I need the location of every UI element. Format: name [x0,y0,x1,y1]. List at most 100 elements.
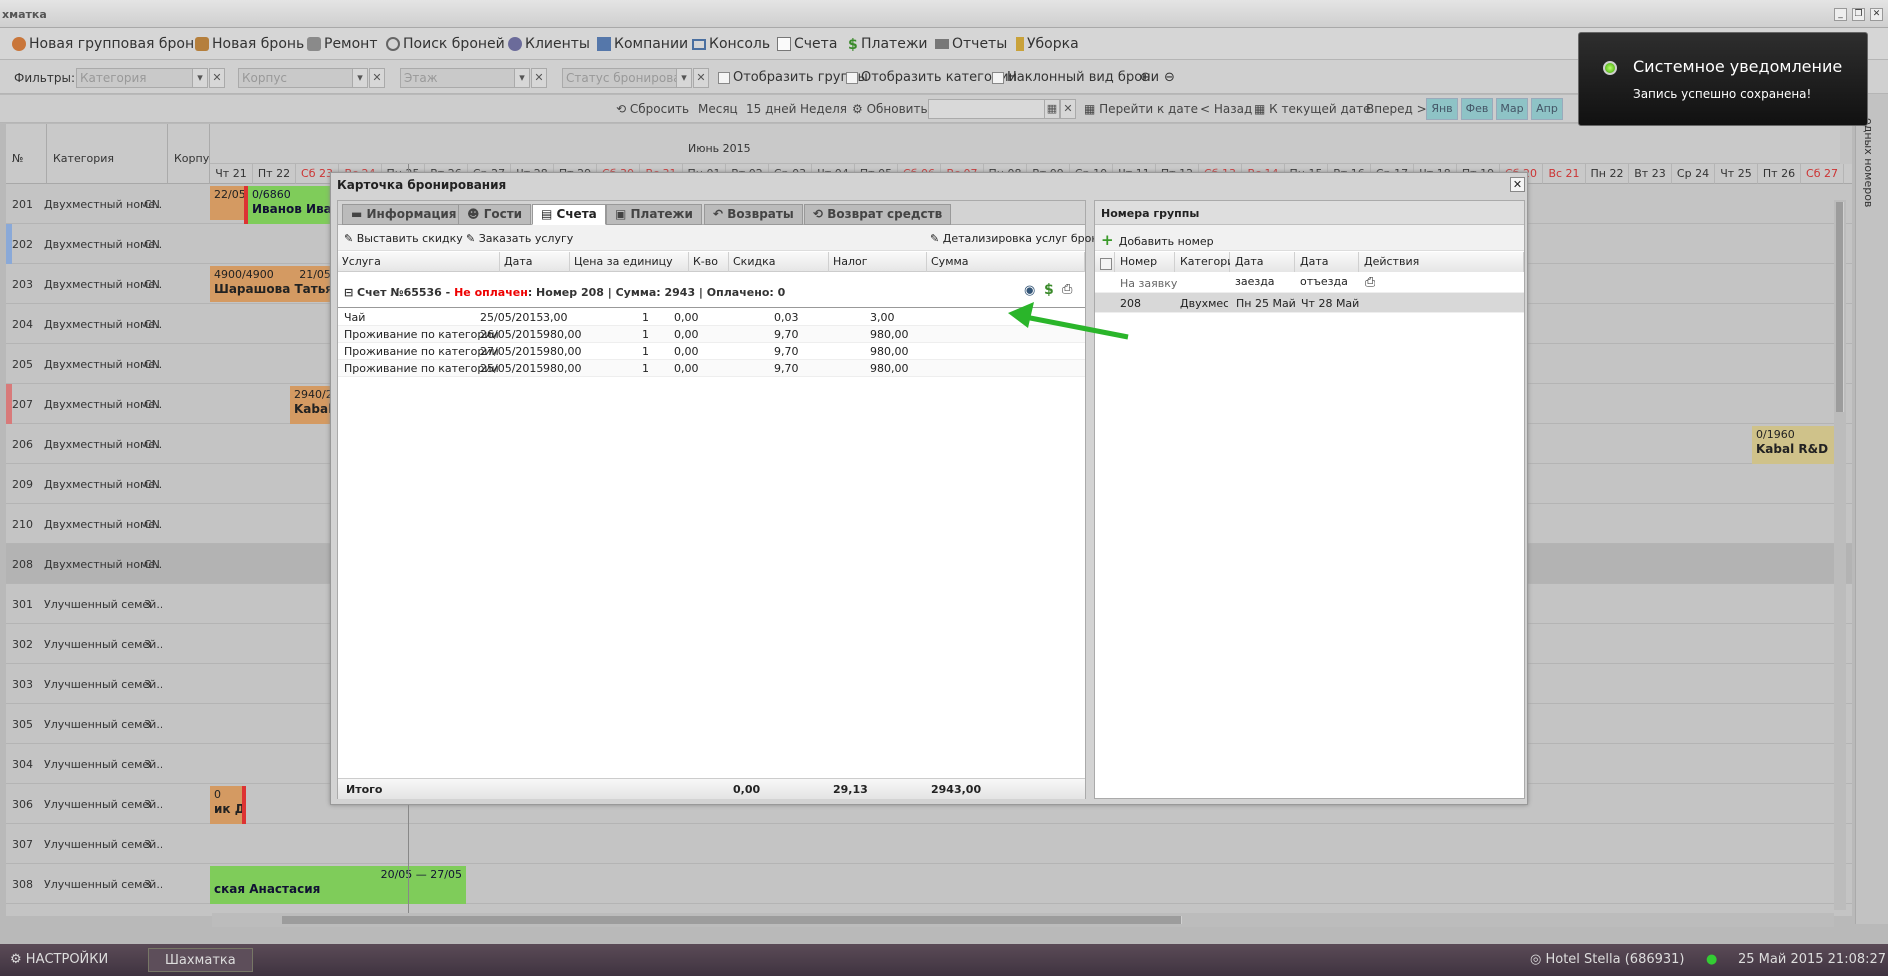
month-view-button[interactable]: Месяц [698,102,738,116]
month-apr-button[interactable]: Апр [1531,98,1563,120]
col-qty[interactable]: К-во [689,252,729,272]
menu-companies[interactable]: Компании [597,36,688,52]
room-no: 307 [12,838,33,851]
floor-dropdown-button[interactable]: ▾ [514,68,530,88]
menu-invoices[interactable]: Счета [777,36,837,52]
invoice-item-row[interactable]: Чай 25/05/2015 3,00 1 0,00 0,03 3,00 [338,309,1085,326]
status-dropdown-button[interactable]: ▾ [676,68,692,88]
collapse-icon[interactable]: ⊟ [344,286,357,299]
online-status-icon: ● [1706,952,1718,967]
tab-info[interactable]: ▬ Информация [342,204,466,225]
room-row[interactable]: 307 Улучшенный семей... 3 [6,824,1852,864]
item-tax: 9,70 [774,345,799,358]
month-jan-button[interactable]: Янв [1426,98,1458,120]
col-check-in[interactable]: Дата заезда [1230,252,1295,288]
building-dropdown-button[interactable]: ▾ [352,68,368,88]
menu-cleaning[interactable]: Уборка [1016,36,1079,52]
booking-block[interactable]: 20/05 — 27/05 ская Анастасия [210,866,466,904]
zoom-in-icon[interactable]: ⊕ [1140,70,1151,85]
today-button[interactable]: ▦ К текущей дате [1254,102,1371,116]
menu-reports[interactable]: Отчеты [935,36,1007,52]
restore-button[interactable]: ❐ [1852,8,1865,21]
invoice-icon [777,37,791,51]
tab-payments[interactable]: ▣ Платежи [606,204,702,225]
col-room-number[interactable]: Номер [1115,252,1175,272]
col-check-out[interactable]: Дата отъезда [1295,252,1359,288]
col-actions[interactable]: Действия [1359,252,1524,272]
col-sum[interactable]: Сумма [927,252,1085,272]
booking-block[interactable]: 4900/4900 21/05 -Шарашова Татьяна [210,266,334,302]
building-clear-button[interactable]: ✕ [369,68,385,88]
category-dropdown-button[interactable]: ▾ [192,68,208,88]
select-all-checkbox[interactable] [1095,252,1115,272]
vertical-scrollbar[interactable] [1834,200,1846,910]
week-view-button[interactable]: Неделя [800,102,847,116]
money-icon: ▣ [615,207,631,221]
15-days-view-button[interactable]: 15 дней [746,102,796,116]
tilted-view-checkbox[interactable]: Наклонный вид брони [992,70,1159,85]
goto-date-button[interactable]: ▦ Перейти к дате [1084,102,1198,116]
col-room-category[interactable]: Категория [1175,252,1241,272]
tab-invoices[interactable]: ▤ Счета [532,204,606,225]
col-date[interactable]: Дата [500,252,570,272]
menu-new-group-booking[interactable]: Новая групповая бронь [12,36,202,52]
back-button[interactable]: < Назад [1200,102,1252,116]
col-tax[interactable]: Налог [829,252,927,272]
settings-button[interactable]: ⚙ НАСТРОЙКИ [10,952,108,967]
floor-filter[interactable]: Этаж [400,68,530,88]
tab-returns[interactable]: ↶ Возвраты [704,204,803,225]
status-filter[interactable]: Статус бронирован [562,68,692,88]
menu-clients[interactable]: Клиенты [508,36,590,52]
dialog-close-button[interactable]: ✕ [1510,177,1525,192]
calendar-button[interactable]: ▦ [1044,99,1060,119]
col-service[interactable]: Услуга [338,252,500,272]
print-icon[interactable]: ⎙ [1062,282,1072,297]
room-bld: CN [144,438,160,451]
service-details-button[interactable]: ✎ Детализировка услуг брони [930,232,1106,245]
month-feb-button[interactable]: Фев [1461,98,1493,120]
category-filter[interactable]: Категория [76,68,208,88]
menu-new-booking[interactable]: Новая бронь [195,36,304,52]
side-panel[interactable]: одных номеров [1855,94,1888,924]
month-mar-button[interactable]: Мар [1496,98,1528,120]
group-room-row[interactable]: ✓ 208 Двухмес... Пн 25 Май Чт 28 Май [1095,293,1524,313]
floor-clear-button[interactable]: ✕ [531,68,547,88]
status-clear-button[interactable]: ✕ [693,68,709,88]
menu-console[interactable]: Консоль [692,36,770,52]
item-tax: 9,70 [774,362,799,375]
menu-payments[interactable]: $ Платежи [848,36,928,53]
horizontal-scrollbar[interactable] [212,913,1834,927]
forward-button[interactable]: Вперед > [1366,102,1427,116]
close-button[interactable]: ✕ [1870,8,1883,21]
invoice-item-row[interactable]: Проживание по категории ... 27/05/2015 980… [338,343,1085,360]
order-service-button[interactable]: ✎ Заказать услугу [466,232,573,245]
zoom-out-icon[interactable]: ⊖ [1164,70,1175,85]
chessboard-task-button[interactable]: Шахматка [148,948,253,972]
minimize-button[interactable]: _ [1834,8,1847,21]
pay-icon[interactable]: ◉ [1024,283,1035,298]
tab-guests[interactable]: ☻ Гости [458,204,532,225]
col-discount[interactable]: Скидка [729,252,829,272]
invoice-item-row[interactable]: Проживание по категории ... 26/05/2015 980… [338,326,1085,343]
menu-search-bookings[interactable]: Поиск броней [386,36,505,52]
add-room-button[interactable]: + Добавить номер [1101,231,1214,249]
booking-block[interactable]: 0 ик Д [210,786,244,824]
menu-repair[interactable]: Ремонт [307,36,378,52]
dollar-icon[interactable]: $ [1044,282,1054,298]
window-title: хматка [2,8,47,21]
reset-button[interactable]: ⟲ Сбросить [616,102,689,116]
tab-refund[interactable]: ⟲ Возврат средств [804,204,952,225]
building-filter[interactable]: Корпус [238,68,368,88]
booking-block[interactable]: 0/1960 Kabal R&D [1752,426,1836,464]
invoice-group-row[interactable]: ⊟ Счет №65536 - Не оплачен: Номер 208 | … [338,273,1085,308]
invoice-item-row[interactable]: Проживание по категории ... 25/05/2015 980… [338,360,1085,377]
set-discount-button[interactable]: ✎ Выставить скидку [344,232,463,245]
refresh-button[interactable]: ⚙ Обновить [852,102,928,116]
print-icon[interactable]: ⎙ [1365,275,1375,290]
col-unit-price[interactable]: Цена за единицу [570,252,689,272]
request-row[interactable]: На заявку ⎙ [1095,273,1524,293]
category-clear-button[interactable]: ✕ [209,68,225,88]
room-no: 205 [12,358,33,371]
date-clear-button[interactable]: ✕ [1060,99,1076,119]
date-input[interactable] [928,99,1046,119]
